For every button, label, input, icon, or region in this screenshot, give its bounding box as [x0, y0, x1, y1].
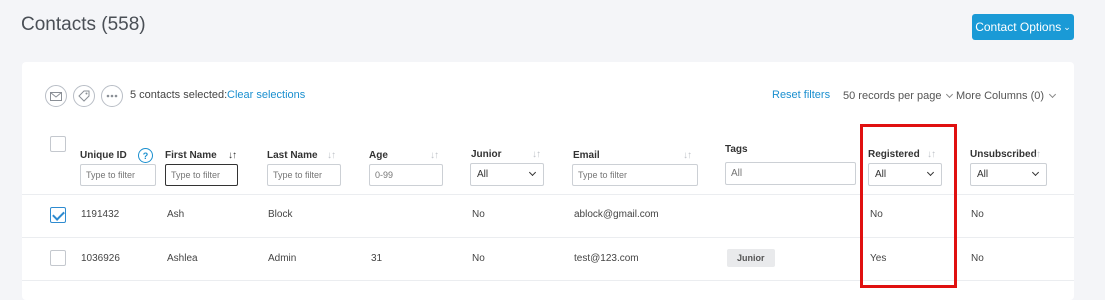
cell-unique-id: 1191432 — [81, 209, 120, 220]
column-header-unique-id[interactable]: Unique ID — [80, 150, 127, 161]
page-title: Contacts (558) — [21, 14, 146, 35]
cell-email: test@123.com — [574, 253, 639, 264]
unsubscribed-filter-value: All — [977, 169, 989, 180]
records-per-page-dropdown[interactable]: 50 records per page — [843, 90, 954, 102]
contact-options-button[interactable]: Contact Options ⌄ — [972, 14, 1074, 40]
cell-last-name: Admin — [268, 253, 297, 264]
records-per-page-label: 50 records per page — [843, 90, 942, 102]
column-header-first-name[interactable]: First Name — [165, 150, 217, 161]
reset-filters-link[interactable]: Reset filters — [772, 89, 830, 101]
contact-options-label: Contact Options — [975, 20, 1062, 34]
chevron-down-icon — [1031, 168, 1040, 177]
select-all-checkbox[interactable] — [50, 136, 66, 152]
sort-icon[interactable]: ↓↑ — [430, 150, 439, 161]
sort-icon[interactable]: ↓↑ — [532, 149, 541, 160]
chevron-down-icon: ⌄ — [1063, 21, 1071, 32]
chevron-down-icon — [1048, 90, 1057, 99]
email-icon[interactable] — [45, 85, 67, 107]
tag-badge: Junior — [727, 249, 775, 267]
cell-last-name: Block — [268, 209, 293, 220]
sort-icon[interactable]: ↓↑ — [1032, 149, 1041, 160]
cell-first-name: Ash — [167, 209, 185, 220]
cell-first-name: Ashlea — [167, 253, 198, 264]
column-header-age[interactable]: Age — [369, 150, 388, 161]
cell-age: 31 — [371, 253, 383, 264]
cell-junior: No — [472, 253, 485, 264]
cell-unsubscribed: No — [971, 209, 984, 220]
row-checkbox[interactable] — [50, 207, 66, 223]
chevron-down-icon — [528, 168, 537, 177]
more-columns-dropdown[interactable]: More Columns (0) — [956, 90, 1057, 102]
column-header-tags: Tags — [725, 144, 748, 155]
more-icon[interactable] — [101, 85, 123, 107]
registered-column-highlight — [860, 124, 957, 288]
cell-email: ablock@gmail.com — [574, 209, 659, 220]
column-header-unsubscribed[interactable]: Unsubscribed — [970, 149, 1037, 160]
cell-unique-id: 1036926 — [81, 253, 120, 264]
sort-icon[interactable]: ↓↑ — [683, 150, 692, 161]
last-name-filter[interactable] — [267, 164, 341, 186]
column-header-junior[interactable]: Junior — [471, 149, 502, 160]
junior-filter-select[interactable]: All — [470, 163, 544, 186]
unique-id-filter[interactable] — [80, 164, 156, 186]
selection-count: 5 contacts selected: — [130, 89, 228, 101]
cell-unsubscribed: No — [971, 253, 984, 264]
unsubscribed-filter-select[interactable]: All — [970, 163, 1047, 186]
first-name-filter[interactable] — [165, 164, 238, 186]
row-checkbox[interactable] — [50, 250, 66, 266]
sort-icon[interactable]: ↓↑ — [327, 150, 336, 161]
age-filter[interactable] — [369, 164, 443, 186]
cell-junior: No — [472, 209, 485, 220]
tag-icon[interactable] — [73, 85, 95, 107]
help-icon[interactable]: ? — [138, 148, 153, 163]
chevron-down-icon — [946, 90, 954, 99]
column-header-last-name[interactable]: Last Name — [267, 150, 318, 161]
column-header-email[interactable]: Email — [573, 150, 600, 161]
more-columns-label: More Columns (0) — [956, 90, 1045, 102]
tags-filter[interactable] — [725, 162, 856, 185]
sort-asc-icon[interactable]: ↓↑ — [228, 150, 237, 161]
email-filter[interactable] — [572, 164, 698, 186]
junior-filter-value: All — [477, 169, 489, 180]
clear-selections-link[interactable]: Clear selections — [227, 89, 305, 101]
